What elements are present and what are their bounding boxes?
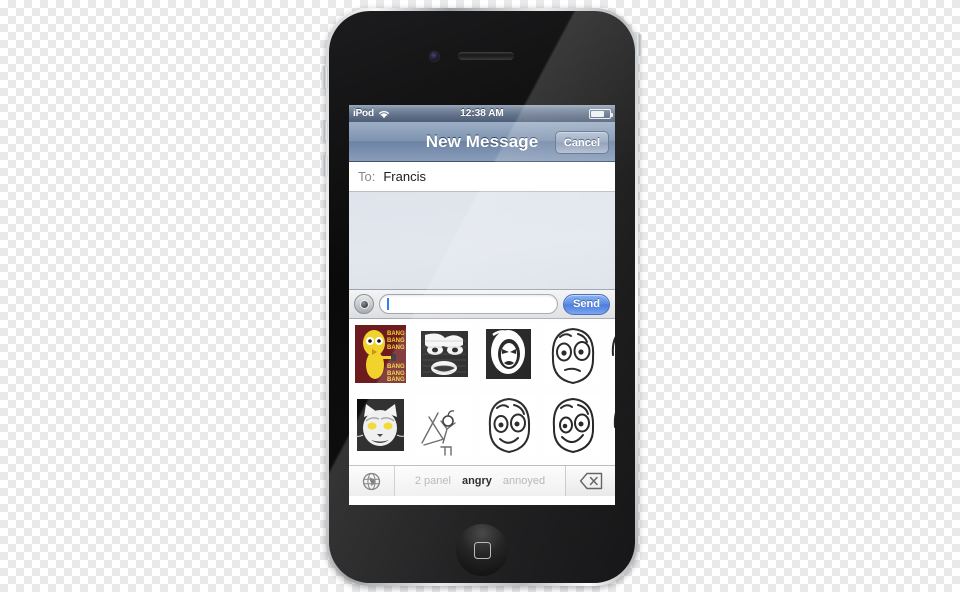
- battery-fill: [591, 110, 604, 117]
- conversation-area[interactable]: [349, 192, 615, 290]
- surprised-face-sticker[interactable]: [545, 323, 600, 385]
- category-angry[interactable]: angry: [462, 475, 492, 487]
- recipient-value: Francis: [383, 169, 426, 184]
- bang-bang-sticker[interactable]: BANG BANG BANG BANG BANG BANG: [353, 323, 408, 385]
- category-2-panel[interactable]: 2 panel: [415, 475, 451, 487]
- svg-text:BANG: BANG: [387, 338, 405, 344]
- angry-rage-face-sticker[interactable]: [481, 323, 536, 385]
- iphone-device: iPod 12:38 AM New Message Cancel To: Fra…: [322, 8, 642, 586]
- volume-down-button[interactable]: [322, 156, 327, 176]
- svg-text:BANG: BANG: [387, 345, 405, 351]
- cancel-button[interactable]: Cancel: [554, 131, 609, 154]
- sticker-row: BANG BANG BANG BANG BANG BANG: [353, 323, 615, 386]
- volume-up-button[interactable]: [322, 121, 327, 141]
- keyboard-accessory-bar: 2 panel angry annoyed: [349, 465, 615, 496]
- smiling-face-sticker[interactable]: [481, 395, 536, 457]
- category-annoyed[interactable]: annoyed: [503, 475, 545, 487]
- front-camera-icon: [430, 52, 439, 61]
- home-button[interactable]: [456, 524, 508, 576]
- svg-text:BANG: BANG: [387, 331, 405, 337]
- power-button[interactable]: [637, 34, 642, 56]
- globe-icon[interactable]: [349, 466, 395, 496]
- grinning-face-sticker[interactable]: [545, 395, 600, 457]
- message-input[interactable]: [379, 294, 559, 314]
- text-caret: [387, 298, 389, 310]
- recipient-field[interactable]: To: Francis: [349, 162, 615, 192]
- compose-bar: Send: [349, 290, 615, 319]
- sticker-panel: BANG BANG BANG BANG BANG BANG: [349, 319, 615, 465]
- dark-hair-face-sticker[interactable]: [609, 323, 615, 385]
- camera-lens-icon: [359, 299, 369, 309]
- home-square-icon: [473, 541, 491, 559]
- earpiece-speaker-icon: [458, 52, 514, 60]
- device-front-face: iPod 12:38 AM New Message Cancel To: Fra…: [329, 11, 635, 583]
- mute-switch[interactable]: [322, 66, 327, 88]
- status-bar: iPod 12:38 AM: [349, 105, 615, 122]
- recipient-label: To:: [358, 169, 376, 184]
- stick-figure-sticker[interactable]: [417, 395, 472, 457]
- partial-face-sticker[interactable]: [609, 395, 615, 457]
- screenshot-stage: iPod 12:38 AM New Message Cancel To: Fra…: [0, 0, 960, 592]
- status-time: 12:38 AM: [460, 108, 504, 119]
- send-button[interactable]: Send: [563, 293, 610, 315]
- grainy-rage-face-sticker[interactable]: [417, 323, 472, 385]
- page-title: New Message: [425, 131, 539, 151]
- phone-screen: iPod 12:38 AM New Message Cancel To: Fra…: [349, 105, 615, 505]
- svg-text:BANG: BANG: [387, 364, 405, 370]
- navigation-bar: New Message Cancel: [349, 122, 615, 162]
- camera-icon[interactable]: [354, 294, 374, 314]
- battery-icon: [589, 108, 613, 119]
- category-list: 2 panel angry annoyed: [395, 466, 565, 496]
- backspace-icon[interactable]: [565, 466, 615, 496]
- svg-text:BANG: BANG: [387, 377, 405, 383]
- sticker-row: [353, 395, 615, 458]
- cat-face-sticker[interactable]: [353, 395, 408, 457]
